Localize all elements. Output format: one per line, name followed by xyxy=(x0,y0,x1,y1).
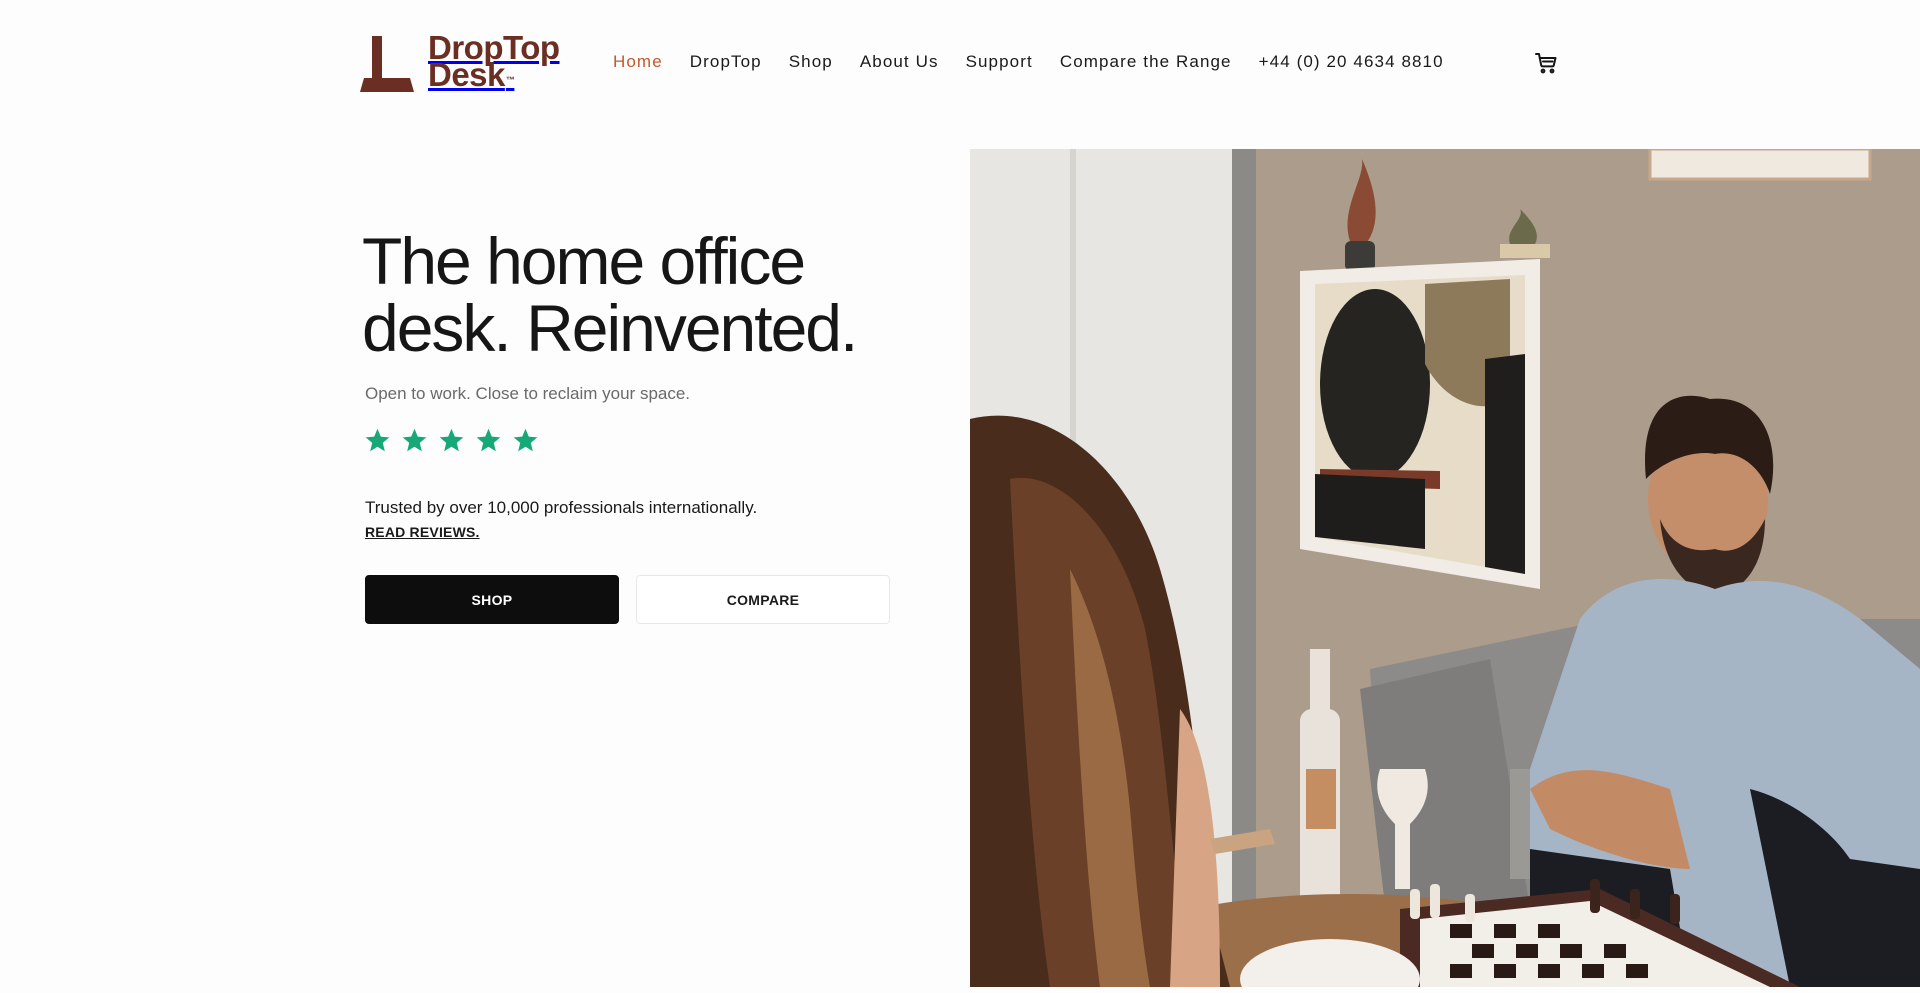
nav-item-about-us[interactable]: About Us xyxy=(860,52,939,72)
star-icon xyxy=(365,428,390,452)
shop-button[interactable]: SHOP xyxy=(365,575,619,624)
droptop-logo-icon xyxy=(358,34,414,92)
brand-logo[interactable]: DropTop Desk™ xyxy=(358,31,563,94)
brand-wordmark: DropTop Desk™ xyxy=(428,31,560,91)
nav-item-compare-the-range[interactable]: Compare the Range xyxy=(1060,52,1232,72)
site-header: DropTop Desk™ Home DropTop Shop About Us… xyxy=(0,0,1920,128)
cart-icon[interactable] xyxy=(1534,51,1558,75)
nav-item-support[interactable]: Support xyxy=(966,52,1033,72)
hero-title-line1: The home office xyxy=(362,224,806,298)
star-icon xyxy=(476,428,501,452)
hero-photo-illustration xyxy=(970,149,1920,987)
brand-trademark: ™ xyxy=(505,75,515,85)
nav-item-shop[interactable]: Shop xyxy=(789,52,833,72)
trusted-text: Trusted by over 10,000 professionals int… xyxy=(365,498,758,517)
hero-subtitle: Open to work. Close to reclaim your spac… xyxy=(365,384,691,403)
star-icon xyxy=(439,428,464,452)
brand-line2-text: Desk xyxy=(428,56,505,93)
compare-button[interactable]: COMPARE xyxy=(636,575,890,624)
hero-title: The home office desk. Reinvented. xyxy=(362,228,922,362)
main-nav: Home DropTop Shop About Us Support Compa… xyxy=(613,52,1471,72)
read-reviews-link[interactable]: READ REVIEWS. xyxy=(365,524,480,540)
hero-image xyxy=(970,149,1920,987)
hero-title-line2: desk. Reinvented. xyxy=(362,291,858,365)
star-rating xyxy=(364,427,539,454)
nav-item-home[interactable]: Home xyxy=(613,52,663,72)
nav-item-phone[interactable]: +44 (0) 20 4634 8810 xyxy=(1259,52,1444,72)
star-icon xyxy=(513,428,538,452)
nav-item-droptop[interactable]: DropTop xyxy=(690,52,762,72)
star-icon xyxy=(402,428,427,452)
